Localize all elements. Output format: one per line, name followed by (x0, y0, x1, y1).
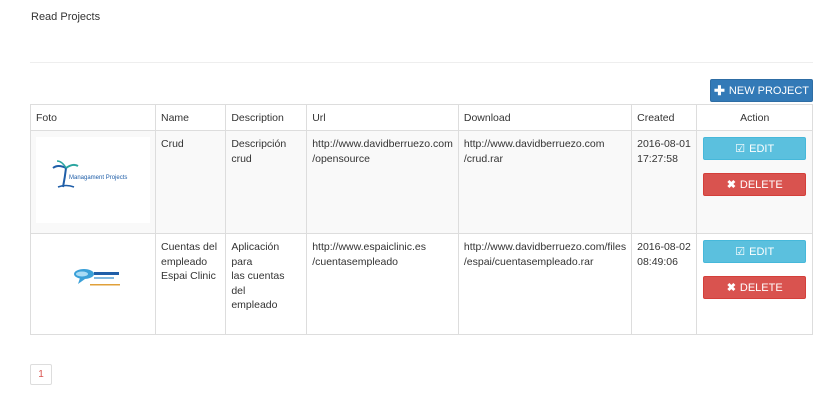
close-icon: ✖ (726, 179, 736, 191)
created-date: 2016-08-02 (637, 241, 691, 253)
created-cell: 2016-08-01 17:27:58 (631, 130, 698, 234)
url-text-line1: http://www.davidberruezo.com (312, 138, 453, 150)
new-project-label: NEW PROJECT (728, 84, 809, 97)
download-cell: http://www.davidberruezo.com /crud.rar (457, 130, 633, 234)
description-text-line1: Aplicación para (231, 241, 280, 268)
table-row: Managament Projects Crud Descripción cru… (30, 130, 813, 234)
created-time: 08:49:06 (637, 255, 678, 268)
download-text-line2: /crud.rar (463, 152, 503, 165)
description-text-line3: empleado (231, 299, 278, 311)
name-text: Crud (161, 138, 184, 150)
url-text-line2: /cuentasempleado (312, 255, 399, 268)
column-header-foto: Foto (30, 104, 156, 131)
edit-label: EDIT (749, 142, 775, 155)
edit-label: EDIT (749, 245, 775, 258)
created-date: 2016-08-01 (637, 138, 691, 150)
logo-text: Managament Projects (69, 175, 128, 181)
download-text-line2: /espai/cuentasempleado.rar (463, 255, 594, 268)
created-time: 17:27:58 (637, 152, 678, 165)
page-title: Read Projects (31, 11, 101, 23)
description-text: Descripción crud (231, 138, 287, 165)
foto-cell: Managament Projects (30, 130, 156, 234)
page: Read Projects ✚ NEW PROJECT Foto Name De… (0, 0, 830, 400)
espai-clinic-logo (36, 240, 150, 322)
projects-table: Foto Name Description Url Download Creat… (30, 104, 813, 335)
table-row: Cuentas del empleado Espai Clinic Aplica… (30, 233, 813, 335)
edit-icon: ☑ (735, 246, 746, 258)
url-cell: http://www.davidberruezo.com /opensource (306, 130, 459, 234)
name-cell: Cuentas del empleado Espai Clinic (154, 233, 227, 335)
delete-label: DELETE (739, 281, 783, 294)
column-header-url: Url (306, 104, 459, 131)
table-header-row: Foto Name Description Url Download Creat… (30, 104, 813, 131)
description-text-line2: las cuentas del (231, 270, 285, 297)
managament-projects-logo: Managament Projects (36, 137, 150, 223)
url-text-line1: http://www.espaiclinic.es (312, 241, 427, 253)
name-text-line3: Espai Clinic (161, 270, 216, 282)
created-cell: 2016-08-02 08:49:06 (631, 233, 698, 335)
column-header-description: Description (225, 104, 308, 131)
pagination-page-1[interactable]: 1 (30, 364, 52, 385)
download-text-line1: http://www.davidberruezo.com (463, 138, 605, 150)
description-cell: Aplicación para las cuentas del empleado (225, 233, 308, 335)
edit-button[interactable]: ☑ EDIT (703, 137, 807, 160)
delete-button[interactable]: ✖ DELETE (703, 276, 807, 299)
header-divider (30, 62, 813, 63)
new-project-button[interactable]: ✚ NEW PROJECT (710, 79, 813, 102)
url-text-line2: /opensource (312, 152, 370, 165)
delete-label: DELETE (739, 178, 783, 191)
plus-icon: ✚ (714, 83, 725, 98)
url-cell: http://www.espaiclinic.es /cuentasemplea… (306, 233, 459, 335)
column-header-created: Created (631, 104, 698, 131)
action-cell: ☑ EDIT ✖ DELETE (696, 233, 813, 335)
espai-clinic-logo-icon (74, 269, 120, 286)
edit-button[interactable]: ☑ EDIT (703, 240, 807, 263)
close-icon: ✖ (726, 282, 736, 294)
download-text-line1: http://www.davidberruezo.com/files (463, 241, 627, 253)
download-cell: http://www.davidberruezo.com/files /espa… (457, 233, 633, 335)
foto-cell (30, 233, 156, 335)
column-header-name: Name (154, 104, 227, 131)
name-text-line1: Cuentas del (161, 241, 218, 253)
description-cell: Descripción crud (225, 130, 308, 234)
action-cell: ☑ EDIT ✖ DELETE (696, 130, 813, 234)
column-header-action: Action (696, 104, 813, 131)
name-text-line2: empleado (161, 255, 208, 268)
name-cell: Crud (154, 130, 227, 234)
column-header-download: Download (457, 104, 633, 131)
edit-icon: ☑ (735, 143, 746, 155)
delete-button[interactable]: ✖ DELETE (703, 173, 807, 196)
